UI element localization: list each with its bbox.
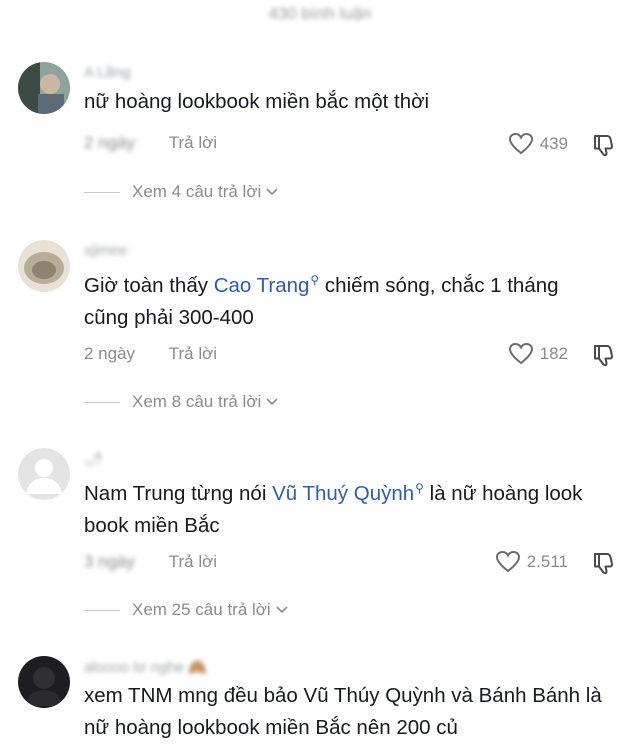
comment-username[interactable]: A Lãng — [84, 64, 131, 81]
like-count: 182 — [539, 344, 568, 363]
reply-button[interactable]: Trả lời — [169, 344, 217, 364]
search-icon: ⚲ — [310, 273, 320, 287]
like-button[interactable]: 182 — [508, 342, 568, 366]
view-replies-button[interactable]: Xem 4 câu trả lời — [84, 182, 279, 202]
thumbs-down-icon — [594, 553, 614, 575]
avatar[interactable] — [18, 240, 70, 292]
mention-link[interactable]: Vũ Thuý Quỳnh⚲ — [272, 481, 424, 505]
heart-outline-icon — [508, 132, 533, 155]
reply-button[interactable]: Trả lời — [169, 133, 217, 153]
avatar[interactable] — [18, 656, 70, 708]
reply-button[interactable]: Trả lời — [169, 552, 217, 572]
comment-time: 2 ngày — [84, 133, 136, 152]
avatar[interactable] — [18, 62, 70, 114]
thumbs-down-icon — [594, 345, 614, 367]
mention-link[interactable]: Cao Trang⚲ — [214, 273, 320, 297]
comment-username[interactable]: aloooo lơ nghe 🙈 — [84, 658, 207, 676]
avatar[interactable] — [18, 448, 70, 500]
search-icon: ⚲ — [415, 481, 424, 495]
comment-time: 2 ngày — [84, 344, 136, 363]
divider — [84, 401, 120, 403]
dislike-button[interactable] — [592, 342, 618, 373]
comment-username[interactable]: xjimee — [84, 242, 127, 259]
chevron-down-icon — [266, 188, 278, 196]
comment-text: Giờ toàn thấy Cao Trang⚲ chiếm sóng, chắ… — [84, 273, 559, 329]
comment-meta: 2 ngày Trả lời — [84, 133, 217, 153]
divider — [84, 191, 120, 193]
chevron-down-icon — [276, 606, 288, 614]
view-replies-button[interactable]: Xem 25 câu trả lời — [84, 600, 289, 620]
dislike-button[interactable] — [592, 550, 618, 581]
comment-text: Nam Trung từng nói Vũ Thuý Quỳnh⚲ là nữ … — [84, 481, 583, 537]
comments-count-header: 430 bình luận — [268, 4, 372, 23]
like-count: 2.511 — [526, 552, 568, 571]
thumbs-down-icon — [594, 135, 614, 157]
comment-meta: 2 ngày Trả lời — [84, 344, 217, 364]
comment-text: xem TNM mng đều bảo Vũ Thúy Quỳnh và Bán… — [84, 684, 602, 739]
dislike-button[interactable] — [592, 132, 618, 163]
chevron-down-icon — [266, 398, 278, 406]
like-button[interactable]: 439 — [508, 132, 568, 156]
view-replies-button[interactable]: Xem 8 câu trả lời — [84, 392, 279, 412]
comment-username[interactable]: 🌶 — [84, 450, 103, 468]
comment-text: nữ hoàng lookbook miền bắc một thời — [84, 90, 430, 113]
heart-outline-icon — [495, 550, 520, 573]
heart-outline-icon — [508, 342, 533, 365]
like-button[interactable]: 2.511 — [495, 550, 568, 574]
comment-meta: 3 ngày Trả lời — [84, 552, 217, 572]
like-count: 439 — [539, 134, 568, 153]
divider — [84, 609, 120, 611]
comment-time: 3 ngày — [84, 552, 136, 571]
